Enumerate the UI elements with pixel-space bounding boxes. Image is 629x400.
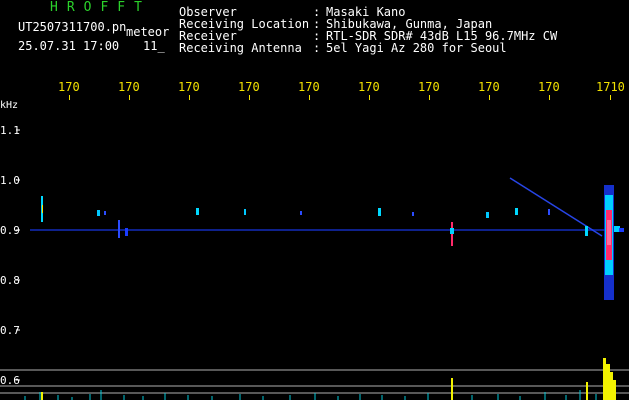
carrier-band	[30, 229, 605, 231]
amplitude-echo-bars	[41, 358, 616, 400]
meteor-drift-trace	[509, 177, 603, 237]
amplitude-noise	[24, 390, 597, 400]
freq-axis-ticks	[16, 129, 20, 381]
amplitude-panel-lines	[0, 369, 629, 394]
head-echo	[604, 185, 624, 300]
meteor-pings	[41, 196, 588, 246]
spectrogram-canvas	[0, 129, 629, 400]
